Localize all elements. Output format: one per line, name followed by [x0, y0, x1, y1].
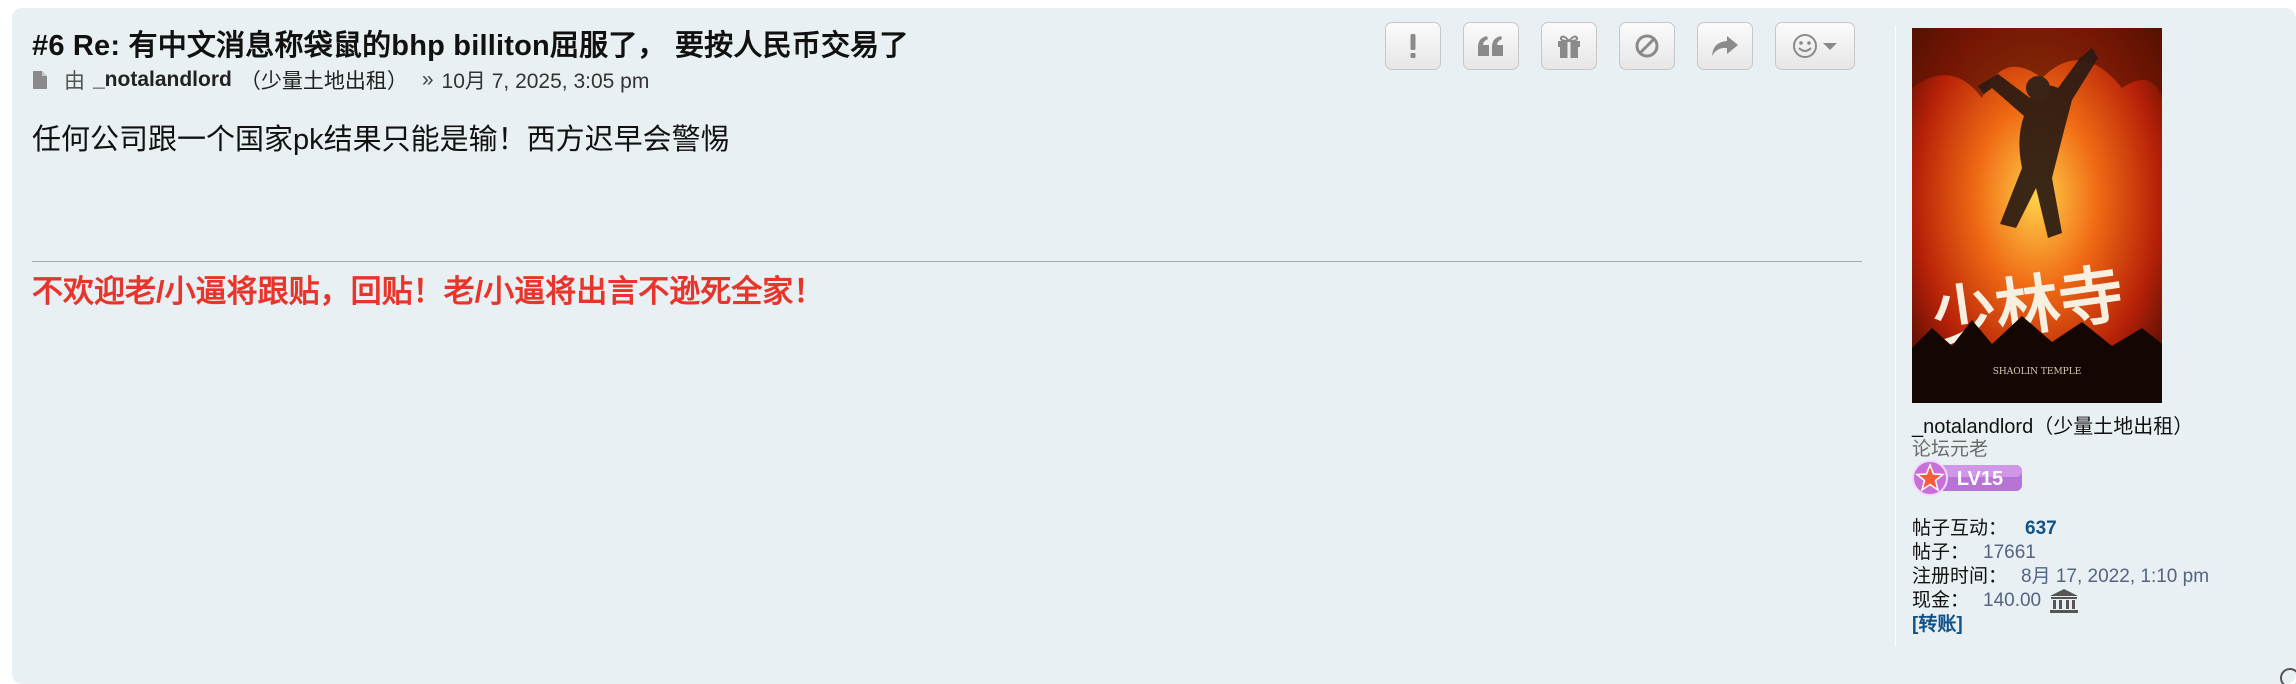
stat-posts-label: 帖子： [1912, 542, 1970, 563]
avatar-caption: SHAOLIN TEMPLE [1993, 367, 2082, 377]
level-badge: LV15 [1912, 460, 2024, 496]
share-button[interactable] [1697, 22, 1753, 70]
reaction-button[interactable] [1775, 22, 1855, 70]
gift-icon [1558, 35, 1580, 58]
meta-separator: » [421, 68, 434, 91]
level-badge-text: LV15 [1957, 468, 2003, 490]
post-content: 任何公司跟一个国家pk结果只能是输！西方迟早会警惕 [32, 124, 730, 156]
chevron-down-icon [1823, 43, 1837, 50]
ban-icon [1635, 34, 1659, 58]
report-button[interactable] [1385, 22, 1441, 70]
gift-button[interactable] [1541, 22, 1597, 70]
profile-stats: 帖子互动： 637 帖子： 17661 注册时间： 8月 17, 2022, 1… [1912, 517, 2209, 637]
avatar[interactable]: 少林寺 SHAOLIN TEMPLE [1912, 28, 2162, 403]
smiley-icon [1793, 34, 1817, 58]
post-title[interactable]: #6 Re: 有中文消息称袋鼠的bhp billiton屈服了， 要按人民币交易… [32, 22, 909, 64]
stat-cash: 现金： 140.00 [1912, 589, 2209, 613]
meta-by-label: 由 [64, 70, 85, 93]
stat-joined-label: 注册时间： [1912, 566, 2008, 587]
post-signature: 不欢迎老/小逼将跟贴，回贴！老/小逼将出言不逊死全家！ [32, 274, 825, 309]
transfer-link[interactable]: [转账] [1912, 613, 1963, 637]
stat-joined: 注册时间： 8月 17, 2022, 1:10 pm [1912, 565, 2209, 589]
stat-interactions-value[interactable]: 637 [2025, 517, 2057, 541]
author-link[interactable]: _notalandlord [93, 68, 232, 92]
stat-transfer: [转账] [1912, 613, 2209, 637]
bank-icon [2050, 589, 2079, 613]
quote-icon [1478, 36, 1503, 56]
stat-posts: 帖子： 17661 [1912, 541, 2209, 565]
profile-divider [1895, 26, 1896, 646]
post-meta: 由 _notalandlord （少量土地出租） » 10月 7, 2025, … [32, 66, 649, 94]
quote-button[interactable] [1463, 22, 1519, 70]
ignore-button[interactable] [1619, 22, 1675, 70]
stat-interactions: 帖子互动： 637 [1912, 517, 2209, 541]
stat-posts-value[interactable]: 17661 [1983, 541, 2036, 565]
stat-cash-label: 现金： [1912, 590, 1970, 611]
stat-joined-value: 8月 17, 2022, 1:10 pm [2021, 566, 2210, 587]
stat-interactions-label: 帖子互动： [1912, 518, 2008, 539]
author-alias: （少量土地出租） [239, 70, 408, 93]
exclamation-icon [1410, 34, 1416, 58]
post-datetime: 10月 7, 2025, 3:05 pm [441, 70, 650, 93]
share-arrow-icon [1712, 36, 1738, 56]
document-icon[interactable] [32, 70, 48, 90]
signature-divider [32, 261, 1862, 262]
post-action-bar [1385, 22, 1855, 70]
stat-cash-value: 140.00 [1983, 590, 2042, 611]
profile-rank: 论坛元老 [1912, 439, 1989, 460]
scroll-indicator-icon[interactable] [2278, 664, 2296, 684]
